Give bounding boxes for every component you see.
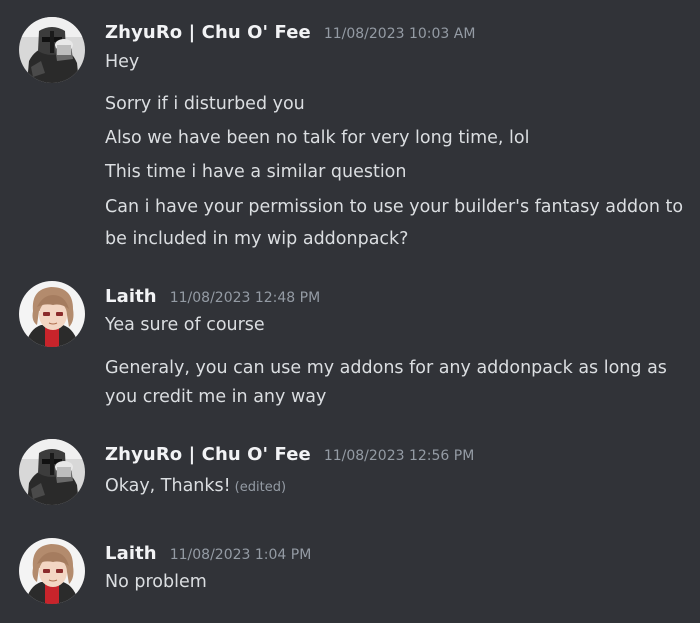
timestamp[interactable]: 11/08/2023 1:04 PM bbox=[170, 547, 312, 563]
message-text: No problem bbox=[105, 572, 207, 592]
message-text: This time i have a similar question bbox=[105, 162, 407, 182]
timestamp[interactable]: 11/08/2023 10:03 AM bbox=[324, 26, 476, 42]
message-text: Can i have your permission to use your b… bbox=[105, 197, 684, 217]
message-text: you credit me in any way bbox=[105, 387, 327, 407]
username[interactable]: ZhyuRo | Chu O' Fee bbox=[105, 22, 311, 43]
message-text: Yea sure of course bbox=[105, 315, 265, 335]
username[interactable]: ZhyuRo | Chu O' Fee bbox=[105, 444, 311, 465]
username[interactable]: Laith bbox=[105, 286, 157, 307]
timestamp[interactable]: 11/08/2023 12:48 PM bbox=[170, 290, 320, 306]
timestamp[interactable]: 11/08/2023 12:56 PM bbox=[324, 448, 474, 464]
message-header: Laith 11/08/2023 1:04 PM bbox=[105, 543, 311, 564]
message-text: Okay, Thanks! (edited) bbox=[105, 469, 286, 505]
message-header: ZhyuRo | Chu O' Fee 11/08/2023 10:03 AM bbox=[105, 22, 475, 43]
message-header: Laith 11/08/2023 12:48 PM bbox=[105, 286, 320, 307]
helmet-avatar-icon[interactable] bbox=[19, 17, 85, 83]
message-text: be included in my wip addonpack? bbox=[105, 229, 409, 249]
message-text: Also we have been no talk for very long … bbox=[105, 128, 530, 148]
anime-character-avatar-icon[interactable] bbox=[19, 538, 85, 604]
anime-character-avatar-icon[interactable] bbox=[19, 281, 85, 347]
edited-label[interactable]: (edited) bbox=[235, 480, 286, 495]
message-text: Sorry if i disturbed you bbox=[105, 94, 305, 114]
message-body: Okay, Thanks! bbox=[105, 476, 231, 496]
helmet-avatar-icon[interactable] bbox=[19, 439, 85, 505]
message-header: ZhyuRo | Chu O' Fee 11/08/2023 12:56 PM bbox=[105, 444, 474, 465]
message-text: Hey bbox=[105, 52, 140, 72]
username[interactable]: Laith bbox=[105, 543, 157, 564]
